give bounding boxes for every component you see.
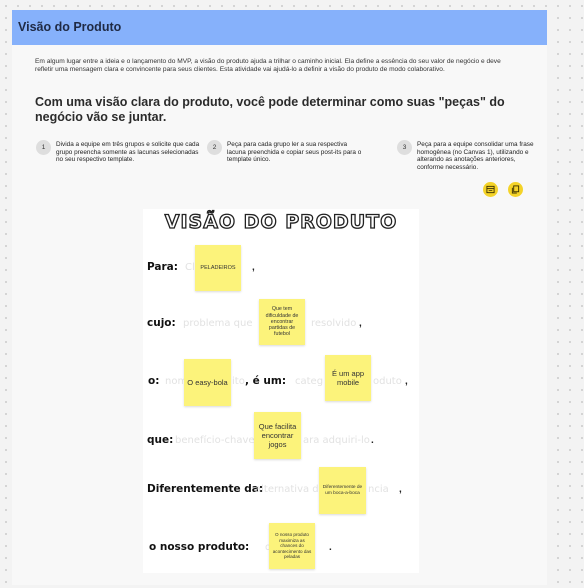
comma: , (405, 376, 408, 387)
placeholder-que-right: ara adquiri-lo (303, 435, 370, 446)
comma: , (399, 484, 402, 495)
label-que: que: (147, 434, 174, 446)
label-e-um: , é um: (245, 375, 287, 387)
sticky-note-boca-a-boca[interactable]: Diferentemente de um boca-a-boca (319, 467, 366, 514)
placeholder-para: Cl (185, 262, 195, 273)
step-text: Peça para a equipe consolidar uma frase … (417, 141, 534, 171)
comma: , (359, 318, 362, 329)
sticky-text: O nosso produto maximiza as chances do a… (272, 532, 312, 560)
placeholder-o-mid: ito (232, 376, 245, 387)
template-icon[interactable] (483, 182, 498, 197)
board-title: VISÃO DO PRODUTO (164, 210, 398, 233)
comma: , (252, 262, 255, 273)
label-diferentemente: Diferentemente da: (147, 483, 264, 495)
sticky-note-easy-bola[interactable]: O easy-bola (184, 359, 231, 406)
sticky-note-peladeiros[interactable]: PELADEIROS (195, 245, 241, 291)
placeholder-cujo-right: resolvido (311, 318, 357, 329)
sticky-note-dificuldade[interactable]: Que tem dificuldade de encontrar partida… (259, 299, 305, 345)
sticky-text: Que tem dificuldade de encontrar partida… (265, 306, 299, 338)
placeholder-e-um: categ (295, 376, 324, 387)
placeholder-diferentemente: alternativa d (255, 484, 319, 495)
placeholder-diferentemente-right: ncia (368, 484, 389, 495)
intro-text: Em algum lugar entre a ideia e o lançame… (35, 58, 501, 73)
sticky-note-facilita[interactable]: Que facilita encontrar jogos (254, 412, 301, 459)
step-text: Divida a equipe em três grupos e solicit… (56, 141, 200, 164)
comma: . (371, 435, 374, 446)
label-o: o: (148, 375, 160, 387)
placeholder-e-um-right: oduto (373, 376, 402, 387)
sticky-text: Que facilita encontrar jogos (258, 422, 297, 449)
sticky-text: Diferentemente de um boca-a-boca (322, 484, 363, 496)
step-number: 2 (207, 140, 222, 155)
step-text: Peça para cada grupo ler a sua respectiv… (227, 141, 362, 164)
copy-icon[interactable] (508, 182, 523, 197)
subheading: Com uma visão clara do produto, você pod… (35, 95, 505, 124)
sticky-text: PELADEIROS (200, 265, 236, 271)
placeholder-cujo: problema que (183, 318, 253, 329)
sticky-text: É um app mobile (331, 369, 365, 387)
sticky-note-app-mobile[interactable]: É um app mobile (325, 355, 371, 401)
label-cujo: cujo: (147, 317, 176, 329)
step-number: 1 (36, 140, 51, 155)
placeholder-que: benefício-chave (175, 435, 255, 446)
label-para: Para: (147, 261, 178, 273)
label-nosso-produto: o nosso produto: (149, 541, 250, 553)
step-number: 3 (397, 140, 412, 155)
sticky-text: O easy-bola (187, 378, 228, 387)
sticky-note-maximiza[interactable]: O nosso produto maximiza as chances do a… (269, 523, 315, 569)
product-vision-board: VISÃO DO PRODUTO Para: Cl , PELADEIROS c… (143, 209, 419, 573)
page-title: Visão do Produto (18, 20, 122, 34)
frame-header: Visão do Produto (12, 10, 547, 45)
comma: . (329, 542, 332, 553)
